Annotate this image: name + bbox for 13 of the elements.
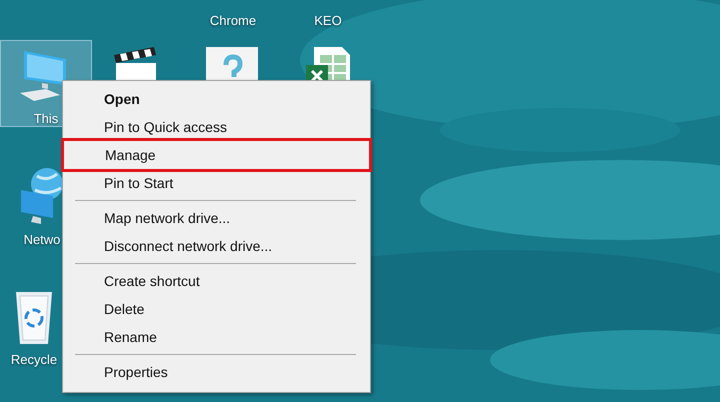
menu-item[interactable]: Pin to Start [63, 169, 370, 197]
menu-item[interactable]: Delete [63, 295, 370, 323]
menu-item[interactable]: Manage [64, 141, 369, 169]
icon-label: This [34, 111, 58, 126]
icon-label: Netwo [24, 232, 60, 247]
icon-label: Recycle [10, 352, 58, 367]
icon-label: Chrome [210, 13, 256, 28]
menu-item[interactable]: Disconnect network drive... [63, 232, 370, 260]
icon-label: KEO [314, 13, 342, 28]
menu-item[interactable]: Properties [63, 358, 370, 386]
menu-item[interactable]: Create shortcut [63, 267, 370, 295]
menu-item[interactable]: Map network drive... [63, 204, 370, 232]
menu-item[interactable]: Rename [63, 323, 370, 351]
